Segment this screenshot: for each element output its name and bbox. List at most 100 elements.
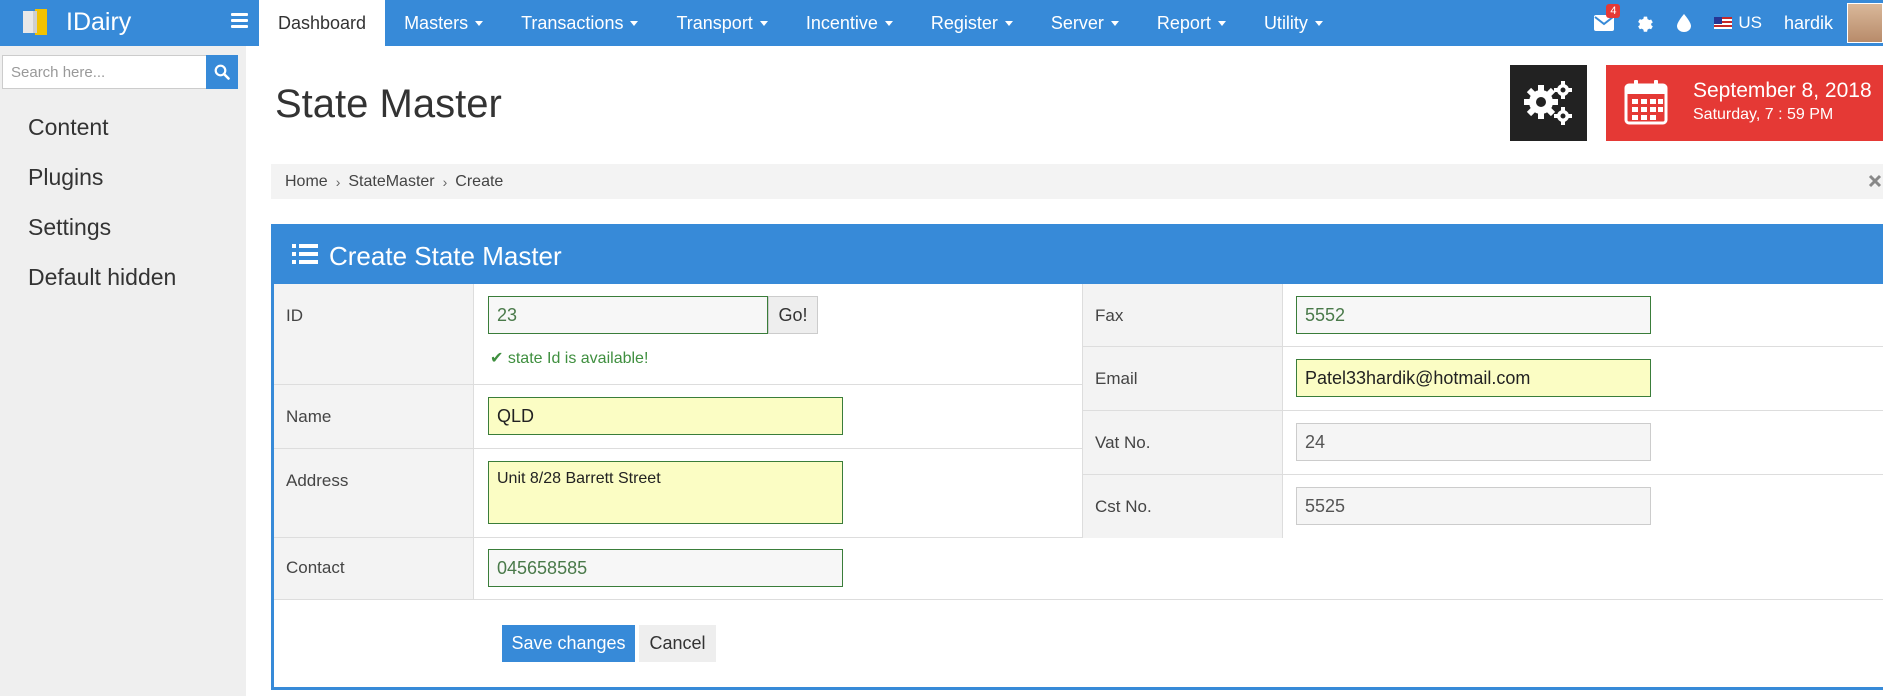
address-label-cell: Address [274,449,474,537]
create-state-panel: Create State Master ID Go! ✔ state Id is… [271,224,1883,690]
nav-label: Transport [676,12,753,33]
sidebar-item-settings[interactable]: Settings [28,212,176,262]
fax-label: Fax [1095,306,1124,325]
nav-label: Report [1156,12,1211,33]
caret-down-icon [1314,20,1323,26]
caret-down-icon [1110,20,1119,26]
droplet-icon [1677,14,1692,32]
name-label-cell: Name [274,385,474,448]
nav-report[interactable]: Report [1138,0,1245,46]
chevron-right-icon: › [335,173,341,190]
page-title: State Master [275,82,502,126]
cst-label-cell: Cst No. [1083,475,1283,538]
settings-tile[interactable] [1510,65,1587,141]
id-status: ✔ state Id is available! [490,348,648,368]
vat-label-cell: Vat No. [1083,411,1283,474]
name-input[interactable] [488,397,843,435]
nav-incentive[interactable]: Incentive [787,0,912,46]
menu-toggle-icon[interactable] [231,13,248,33]
id-row: ID Go! ✔ state Id is available! [274,284,1083,385]
list-icon [292,244,318,264]
id-label-cell: ID [274,284,474,384]
top-navbar: IDairy Dashboard Masters Transactions Tr… [0,0,1883,46]
language-selector[interactable]: US [1704,0,1774,46]
caret-down-icon [475,20,484,26]
chevron-right-icon: › [442,173,448,190]
contact-input[interactable] [488,549,843,587]
name-row: Name [274,385,1083,449]
user-menu[interactable]: hardik [1774,13,1847,34]
check-icon: ✔ [490,350,504,367]
nav-transactions[interactable]: Transactions [502,0,657,46]
email-input[interactable] [1296,359,1651,397]
nav-label: Masters [404,12,469,33]
sidebar-item-default-hidden[interactable]: Default hidden [28,262,176,312]
vat-label: Vat No. [1095,433,1151,452]
contact-row: Contact [274,538,1883,600]
email-label-cell: Email [1083,347,1283,410]
vat-row: Vat No. [1082,411,1883,475]
close-icon[interactable] [1867,173,1883,189]
breadcrumb-statemaster[interactable]: StateMaster [348,173,434,191]
id-status-text: state Id is available! [507,350,649,367]
search-input[interactable] [2,55,206,89]
gear-icon [1638,16,1654,32]
panel-title: Create State Master [329,241,562,271]
sidebar: Content Plugins Settings Default hidden [0,46,246,696]
address-textarea[interactable]: Unit 8/28 Barrett Street [488,461,843,524]
mail-count-badge: 4 [1606,4,1621,18]
fax-input[interactable] [1296,296,1651,334]
language-label: US [1738,13,1762,32]
fax-label-cell: Fax [1083,284,1283,346]
nav-dashboard[interactable]: Dashboard [259,0,386,46]
id-label: ID [286,306,303,325]
brand-name: IDairy [66,8,132,36]
nav-utility[interactable]: Utility [1245,0,1342,46]
nav-right: 4 US hardik [1584,0,1883,46]
nav-masters[interactable]: Masters [385,0,502,46]
fax-row: Fax [1082,284,1883,347]
vat-input[interactable] [1296,423,1651,461]
sidebar-search [2,55,238,89]
nav-label: Incentive [805,12,878,33]
avatar[interactable] [1847,3,1883,43]
id-input[interactable] [488,296,768,334]
breadcrumb: Home › StateMaster › Create [271,164,1883,199]
current-date: September 8, 2018 [1693,79,1872,102]
go-button[interactable]: Go! [768,296,818,334]
caret-down-icon [630,20,639,26]
nav-server[interactable]: Server [1032,0,1138,46]
save-button[interactable]: Save changes [502,625,635,662]
settings-button[interactable] [1624,0,1664,46]
breadcrumb-home[interactable]: Home [285,173,328,191]
nav-transport[interactable]: Transport [657,0,786,46]
nav-label: Server [1050,12,1104,33]
current-day-time: Saturday, 7 : 59 PM [1693,106,1834,123]
search-icon [214,64,230,80]
brand[interactable]: IDairy [0,0,258,46]
sidebar-item-plugins[interactable]: Plugins [28,162,176,212]
breadcrumb-current: Create [455,172,504,190]
search-button[interactable] [206,55,238,89]
email-label: Email [1095,369,1138,388]
nav-register[interactable]: Register [912,0,1032,46]
us-flag-icon [1714,17,1733,29]
nav-label: Transactions [521,12,624,33]
cst-label: Cst No. [1095,497,1152,516]
name-label: Name [286,407,332,426]
mail-button[interactable]: 4 [1584,0,1624,46]
contact-label: Contact [286,558,345,577]
caret-down-icon [884,20,893,26]
calendar-icon [1624,80,1668,125]
cancel-button[interactable]: Cancel [639,625,716,662]
nav-label: Dashboard [278,12,367,33]
main-menu: Dashboard Masters Transactions Transport… [259,0,1342,46]
address-row: Address Unit 8/28 Barrett Street [274,449,1083,538]
caret-down-icon [759,20,768,26]
theme-button[interactable] [1664,0,1704,46]
cst-input[interactable] [1296,487,1651,525]
caret-down-icon [1004,20,1013,26]
email-row: Email [1082,347,1883,411]
sidebar-links: Content Plugins Settings Default hidden [28,112,176,312]
sidebar-item-content[interactable]: Content [28,112,176,162]
